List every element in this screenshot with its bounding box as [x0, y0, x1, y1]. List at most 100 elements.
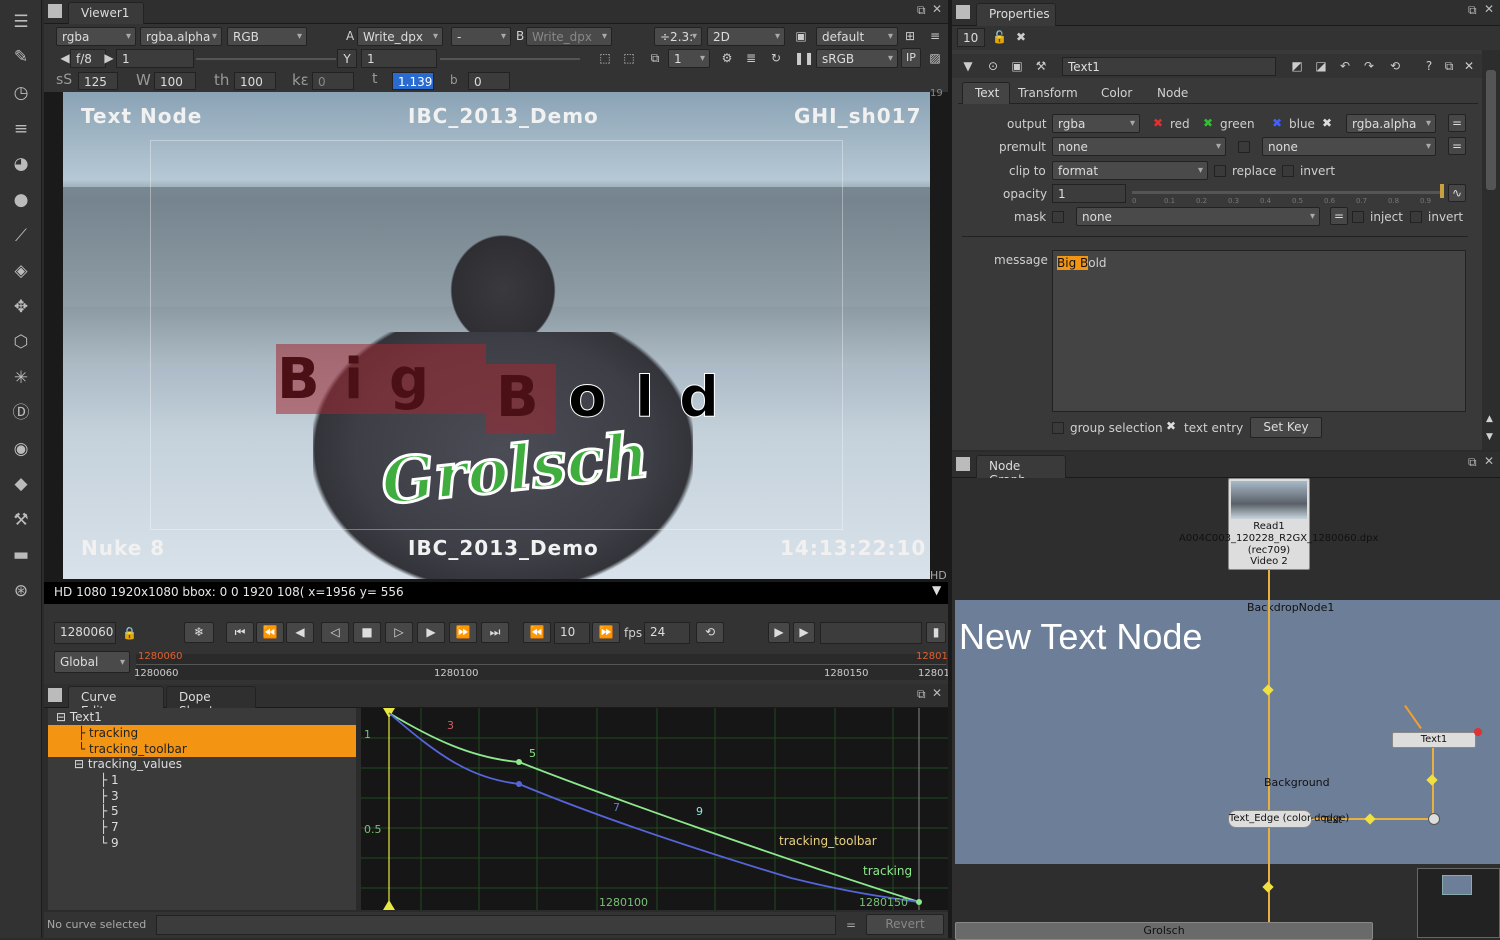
max-panels-field[interactable]: 10 [957, 28, 985, 47]
navigator-viewport[interactable] [1442, 875, 1472, 895]
timeline-ruler[interactable]: 1280060 128016 1280060 1280100 1280150 1… [134, 651, 956, 680]
lock-icon[interactable]: 🔒 [122, 626, 137, 640]
tree-node-text1[interactable]: ⊟ Text1 [48, 709, 356, 725]
panel-menu-icon[interactable] [48, 688, 62, 702]
tab-color[interactable]: Color [1101, 86, 1132, 100]
expression-field[interactable] [156, 915, 836, 935]
inject-checkbox[interactable] [1352, 211, 1364, 223]
tree-node-value-5[interactable]: ├ 5 [48, 803, 119, 819]
lut-dropdown[interactable]: default [816, 27, 898, 46]
play-forward-button[interactable]: ▶ [417, 622, 445, 643]
refresh-icon[interactable]: ↻ [769, 51, 783, 65]
group-selection-checkbox[interactable] [1052, 422, 1064, 434]
bold-letter-b[interactable]: B [496, 365, 539, 430]
curve-button[interactable]: ∿ [1448, 184, 1466, 202]
panel-menu-icon[interactable] [956, 457, 970, 471]
flipbook-button[interactable]: ▶ [768, 622, 790, 643]
lock-icon[interactable]: 🔓 [992, 30, 1007, 44]
premult2-dropdown[interactable]: none [1262, 137, 1436, 156]
float-icon[interactable]: ⧉ [1442, 59, 1456, 73]
close-icon[interactable]: ✕ [932, 686, 942, 700]
blue-check[interactable]: ✖ [1272, 116, 1282, 130]
set-key-button[interactable]: Set Key [1250, 417, 1322, 438]
fstop-field[interactable]: f/8 [70, 49, 106, 68]
skip-forward-button[interactable]: ⏩ [592, 622, 620, 643]
gamma-slider[interactable] [440, 58, 580, 60]
output-link-button[interactable]: = [1448, 114, 1466, 132]
baseline-field[interactable]: 0 [468, 72, 510, 90]
stripes-icon[interactable]: ▨ [928, 51, 942, 65]
gear-icon[interactable]: ⚙ [720, 51, 734, 65]
proxy-dropdown[interactable]: 1 [668, 49, 710, 68]
clock-icon[interactable]: ◷ [9, 81, 33, 105]
green-check[interactable]: ✖ [1203, 116, 1213, 130]
first-frame-button[interactable]: ⏮ [226, 622, 254, 643]
node-name-field[interactable]: Text1 [1062, 57, 1276, 76]
tree-node-value-1[interactable]: ├ 1 [48, 772, 119, 788]
panel-menu-icon[interactable] [956, 5, 970, 19]
invert-checkbox[interactable] [1282, 165, 1294, 177]
tree-node-tracking-values[interactable]: ⊟ tracking_values [48, 756, 356, 772]
invert2-checkbox[interactable] [1410, 211, 1422, 223]
range-mode-dropdown[interactable]: Global [54, 651, 130, 673]
region-icon[interactable]: ⬚ [622, 51, 636, 65]
sparkle-icon[interactable]: ✳ [9, 366, 33, 390]
mask-link-button[interactable]: = [1330, 207, 1348, 225]
mask-checkbox[interactable] [1052, 211, 1064, 223]
tracking-field[interactable]: 1.139 [392, 72, 434, 90]
properties-scrollbar[interactable]: ▲ ▼ [1482, 50, 1500, 450]
roi-icon[interactable]: ⊞ [903, 29, 917, 43]
bold-letter-d[interactable]: d [678, 365, 719, 431]
tab-text[interactable]: Text [962, 82, 1010, 104]
camera-icon[interactable]: ▣ [1010, 59, 1024, 73]
tab-curve-editor[interactable]: Curve Editor [68, 686, 164, 718]
undo-icon[interactable]: ↶ [1338, 59, 1352, 73]
tree-node-value-9[interactable]: └ 9 [48, 835, 119, 851]
tree-node-tracking[interactable]: ├ tracking [48, 725, 356, 741]
wrench-icon[interactable]: ⚒ [9, 508, 33, 532]
clip-to-dropdown[interactable]: format [1052, 161, 1208, 180]
dot-node[interactable] [1428, 813, 1440, 825]
alpha-check[interactable]: ✖ [1322, 116, 1332, 130]
collapse-icon[interactable]: ▼ [961, 59, 975, 73]
film-icon[interactable]: ▬ [9, 543, 33, 567]
tab-transform[interactable]: Transform [1018, 86, 1078, 100]
menu-lines-icon[interactable]: ≡ [928, 29, 942, 43]
roi-box-icon[interactable]: ⬚ [598, 51, 612, 65]
premult-dropdown[interactable]: none [1052, 137, 1226, 156]
view-mode-dropdown[interactable]: 2D [707, 27, 785, 46]
colorspace-dropdown[interactable]: RGB [227, 27, 307, 46]
proxy-icon[interactable]: ⧉ [648, 51, 662, 65]
close-all-icon[interactable]: ✖ [1014, 30, 1028, 44]
circle-icon[interactable]: ● [9, 188, 33, 212]
b-input-dropdown[interactable]: Write_dpx [526, 27, 612, 46]
scrollbar-thumb[interactable] [1486, 70, 1496, 190]
current-frame-field[interactable]: 1280060 [54, 622, 116, 644]
node-graph-canvas[interactable]: BackdropNode1 New Text Node Read1 A004C0… [952, 478, 1500, 940]
stop-button[interactable]: ■ [353, 622, 381, 643]
eye-icon[interactable]: ◉ [9, 437, 33, 461]
close-icon[interactable]: ✕ [1462, 59, 1476, 73]
premult-checkbox[interactable] [1238, 141, 1250, 153]
curve-graph[interactable]: 1 0.5 1280100 1280150 3 5 7 9 tracking_t… [361, 708, 948, 910]
camera-icon[interactable]: ▣ [794, 29, 808, 43]
channels-dropdown[interactable]: rgba [56, 27, 136, 46]
a-input-dropdown[interactable]: Write_dpx [357, 27, 443, 46]
tag-icon[interactable]: ◆ [9, 472, 33, 496]
tab-dope-sheet[interactable]: Dope Sheet [166, 686, 256, 718]
opacity-field[interactable]: 1 [1052, 184, 1126, 203]
bold-letter-o[interactable]: o [567, 365, 606, 431]
red-check[interactable]: ✖ [1153, 116, 1163, 130]
alpha-channel-dropdown[interactable]: rgba.alpha [1346, 114, 1436, 133]
premult-link-button[interactable]: = [1448, 137, 1466, 155]
opacity-slider[interactable] [1132, 191, 1444, 194]
brush-icon[interactable]: ⟋ [9, 224, 33, 248]
y-toggle[interactable]: Y [337, 49, 357, 68]
read1-node[interactable]: Read1 A004C003_120228_R2GX_1280060.dpx (… [1179, 478, 1378, 570]
tree-node-value-3[interactable]: ├ 3 [48, 788, 119, 804]
ip-button[interactable]: IP [901, 48, 921, 68]
message-textarea[interactable]: Big Bold [1052, 250, 1466, 412]
float-panel-icon[interactable]: ⧉ [1468, 455, 1477, 470]
grolsch-node[interactable]: Grolsch [955, 922, 1373, 940]
node-graph-navigator[interactable] [1417, 868, 1500, 938]
